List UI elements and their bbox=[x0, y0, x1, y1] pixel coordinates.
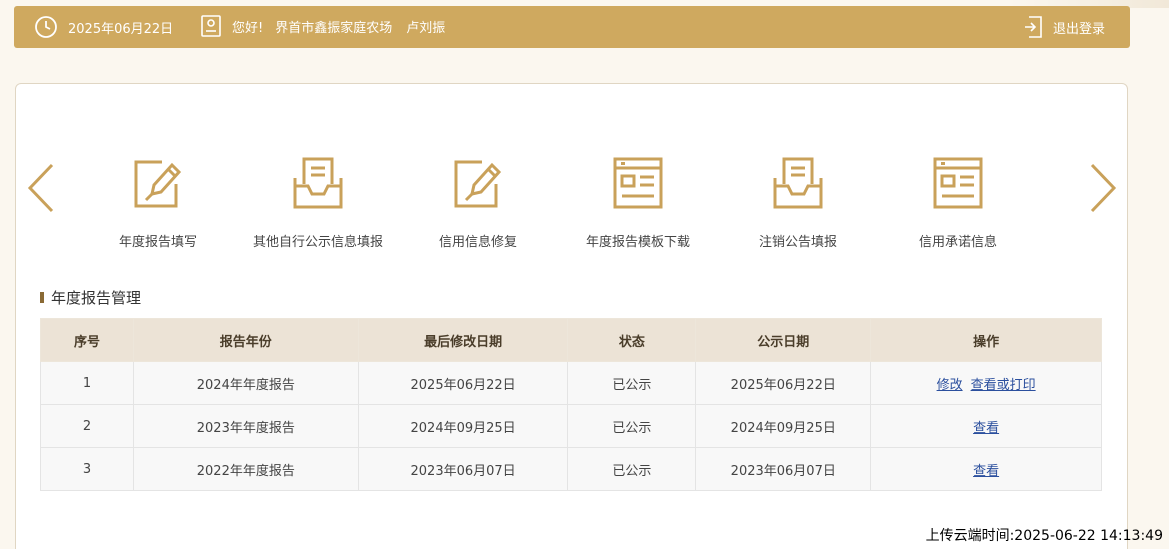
table-row: 3 2022年年度报告 2023年06月07日 已公示 2023年06月07日 … bbox=[40, 447, 1102, 491]
edit-link[interactable]: 修改 bbox=[937, 378, 963, 393]
nav-item-label: 其他自行公示信息填报 bbox=[252, 235, 383, 250]
nav-item-label: 注销公告填报 bbox=[758, 235, 837, 250]
nav-item-label: 信用信息修复 bbox=[438, 235, 517, 250]
public-date: 2023年06月07日 bbox=[695, 447, 872, 491]
column-header: 操作 bbox=[870, 318, 1102, 362]
section-title: 年度报告管理 bbox=[40, 287, 141, 308]
column-header: 报告年份 bbox=[132, 318, 359, 362]
column-header: 序号 bbox=[40, 318, 134, 362]
logout-icon bbox=[1023, 15, 1043, 39]
actions-cell: 查看 bbox=[870, 404, 1102, 448]
nav-item-label: 信用承诺信息 bbox=[918, 235, 997, 250]
nav-credit-commitment[interactable]: 信用承诺信息 bbox=[878, 156, 1038, 250]
date-display: 2025年06月22日 bbox=[34, 15, 173, 39]
view-link[interactable]: 查看 bbox=[973, 464, 999, 479]
row-index: 2 bbox=[40, 404, 134, 448]
section-title-text: 年度报告管理 bbox=[51, 289, 142, 307]
clock-icon bbox=[34, 15, 58, 39]
carousel-prev-button[interactable] bbox=[26, 162, 56, 214]
nav-credit-repair[interactable]: 信用信息修复 bbox=[398, 156, 558, 250]
top-bar: 2025年06月22日 您好! 界首市鑫振家庭农场 卢刘振 退出登录 bbox=[14, 6, 1130, 48]
carousel-next-button[interactable] bbox=[1088, 162, 1118, 214]
nav-other-disclosure[interactable]: 其他自行公示信息填报 bbox=[238, 156, 398, 250]
status: 已公示 bbox=[567, 404, 697, 448]
view-print-link[interactable]: 查看或打印 bbox=[971, 378, 1036, 393]
nav-cancellation-notice[interactable]: 注销公告填报 bbox=[718, 156, 878, 250]
view-link[interactable]: 查看 bbox=[973, 421, 999, 436]
current-date: 2025年06月22日 bbox=[68, 21, 174, 37]
organization-name: 界首市鑫振家庭农场 bbox=[275, 20, 393, 36]
chevron-left-icon bbox=[27, 163, 54, 213]
user-info: 您好! 界首市鑫振家庭农场 卢刘振 bbox=[200, 14, 445, 38]
report-year: 2023年年度报告 bbox=[132, 404, 359, 448]
column-header: 最后修改日期 bbox=[357, 318, 569, 362]
public-date: 2025年06月22日 bbox=[695, 361, 872, 405]
edit-icon bbox=[134, 160, 182, 208]
main-panel: 年度报告填写 其他自行公示信息填报 信用信息修复 年度报告模板下载 注销公告填报… bbox=[15, 83, 1128, 549]
template-icon bbox=[613, 157, 663, 209]
upload-time: 上传云端时间:2025-06-22 14:13:49 bbox=[925, 528, 1163, 544]
table-row: 2 2023年年度报告 2024年09月25日 已公示 2024年09月25日 … bbox=[40, 404, 1102, 448]
greeting-text: 您好! bbox=[232, 20, 264, 36]
annual-report-table: 序号 报告年份 最后修改日期 状态 公示日期 操作 1 2024年年度报告 20… bbox=[40, 318, 1102, 491]
logout-button[interactable]: 退出登录 bbox=[1023, 15, 1105, 39]
section-marker bbox=[40, 292, 44, 303]
status: 已公示 bbox=[567, 361, 697, 405]
last-modified-date: 2024年09月25日 bbox=[357, 404, 569, 448]
table-row: 1 2024年年度报告 2025年06月22日 已公示 2025年06月22日 … bbox=[40, 361, 1102, 405]
edit-icon bbox=[454, 160, 502, 208]
nav-template-download[interactable]: 年度报告模板下载 bbox=[558, 156, 718, 250]
actions-cell: 查看 bbox=[870, 447, 1102, 491]
public-date: 2024年09月25日 bbox=[695, 404, 872, 448]
row-index: 1 bbox=[40, 361, 134, 405]
nav-item-label: 年度报告模板下载 bbox=[585, 235, 690, 250]
template-icon bbox=[933, 157, 983, 209]
nav-item-label: 年度报告填写 bbox=[118, 235, 197, 250]
user-card-icon bbox=[200, 14, 222, 38]
status: 已公示 bbox=[567, 447, 697, 491]
row-index: 3 bbox=[40, 447, 134, 491]
person-name: 卢刘振 bbox=[406, 20, 446, 36]
last-modified-date: 2025年06月22日 bbox=[357, 361, 569, 405]
nav-annual-report-fill[interactable]: 年度报告填写 bbox=[78, 156, 238, 250]
inbox-document-icon bbox=[293, 157, 343, 209]
table-header-row: 序号 报告年份 最后修改日期 状态 公示日期 操作 bbox=[40, 318, 1102, 362]
column-header: 公示日期 bbox=[695, 318, 872, 362]
chevron-right-icon bbox=[1090, 163, 1117, 213]
inbox-document-icon bbox=[773, 157, 823, 209]
report-year: 2022年年度报告 bbox=[132, 447, 359, 491]
report-year: 2024年年度报告 bbox=[132, 361, 359, 405]
column-header: 状态 bbox=[567, 318, 697, 362]
actions-cell: 修改 查看或打印 bbox=[870, 361, 1102, 405]
last-modified-date: 2023年06月07日 bbox=[357, 447, 569, 491]
logout-label: 退出登录 bbox=[1052, 21, 1105, 37]
